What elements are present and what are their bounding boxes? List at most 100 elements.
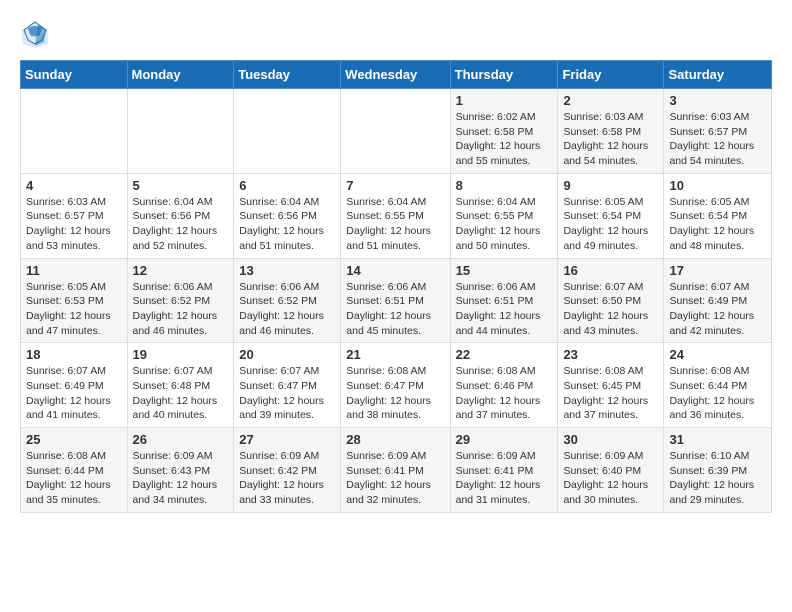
calendar-cell: 12Sunrise: 6:06 AM Sunset: 6:52 PM Dayli… <box>127 258 234 343</box>
calendar-cell: 31 Sunrise: 6:10 AM Sunset: 6:39 PM Dayli… <box>664 428 772 513</box>
day-info: Sunrise: 6:03 AM Sunset: 6:57 PM Dayligh… <box>26 195 122 254</box>
day-info: Sunrise: 6:05 AM Sunset: 6:53 PM Dayligh… <box>26 280 122 339</box>
day-number: 2 <box>563 93 658 108</box>
day-number: 31 <box>669 432 766 447</box>
day-number: 13 <box>239 263 335 278</box>
day-number: 26 <box>133 432 229 447</box>
calendar-cell <box>21 89 128 174</box>
day-info: Sunrise: 6:07 AM Sunset: 6:49 PM Dayligh… <box>669 280 766 339</box>
calendar-cell: 8 Sunrise: 6:04 AM Sunset: 6:55 PM Daylig… <box>450 173 558 258</box>
page-header <box>20 20 772 50</box>
calendar-cell <box>341 89 450 174</box>
day-info: Sunrise: 6:04 AM Sunset: 6:55 PM Dayligh… <box>346 195 444 254</box>
calendar-cell: 13 Sunrise: 6:06 AM Sunset: 6:52 PM Dayli… <box>234 258 341 343</box>
weekday-header-friday: Friday <box>558 61 664 89</box>
day-info: Sunrise: 6:05 AM Sunset: 6:54 PM Dayligh… <box>563 195 658 254</box>
calendar-cell: 24 Sunrise: 6:08 AM Sunset: 6:44 PM Dayli… <box>664 343 772 428</box>
calendar-cell: 29 Sunrise: 6:09 AM Sunset: 6:41 PM Dayli… <box>450 428 558 513</box>
day-number: 17 <box>669 263 766 278</box>
weekday-header-thursday: Thursday <box>450 61 558 89</box>
day-number: 8 <box>456 178 553 193</box>
day-number: 16 <box>563 263 658 278</box>
day-number: 19 <box>133 347 229 362</box>
day-number: 18 <box>26 347 122 362</box>
day-number: 28 <box>346 432 444 447</box>
day-number: 29 <box>456 432 553 447</box>
calendar-cell <box>234 89 341 174</box>
day-info: Sunrise: 6:07 AM Sunset: 6:47 PM Dayligh… <box>239 364 335 423</box>
calendar-cell: 23Sunrise: 6:08 AM Sunset: 6:45 PM Dayli… <box>558 343 664 428</box>
day-number: 24 <box>669 347 766 362</box>
day-info: Sunrise: 6:07 AM Sunset: 6:49 PM Dayligh… <box>26 364 122 423</box>
day-info: Sunrise: 6:06 AM Sunset: 6:51 PM Dayligh… <box>346 280 444 339</box>
calendar-cell: 22 Sunrise: 6:08 AM Sunset: 6:46 PM Dayli… <box>450 343 558 428</box>
day-info: Sunrise: 6:08 AM Sunset: 6:44 PM Dayligh… <box>669 364 766 423</box>
calendar-cell: 9Sunrise: 6:05 AM Sunset: 6:54 PM Daylig… <box>558 173 664 258</box>
day-info: Sunrise: 6:05 AM Sunset: 6:54 PM Dayligh… <box>669 195 766 254</box>
calendar-week-5: 25 Sunrise: 6:08 AM Sunset: 6:44 PM Dayli… <box>21 428 772 513</box>
calendar-cell: 3 Sunrise: 6:03 AM Sunset: 6:57 PM Daylig… <box>664 89 772 174</box>
calendar-week-4: 18 Sunrise: 6:07 AM Sunset: 6:49 PM Dayli… <box>21 343 772 428</box>
calendar-cell: 26Sunrise: 6:09 AM Sunset: 6:43 PM Dayli… <box>127 428 234 513</box>
day-number: 14 <box>346 263 444 278</box>
calendar-cell: 21 Sunrise: 6:08 AM Sunset: 6:47 PM Dayli… <box>341 343 450 428</box>
logo <box>20 20 54 50</box>
weekday-header-sunday: Sunday <box>21 61 128 89</box>
day-number: 15 <box>456 263 553 278</box>
day-info: Sunrise: 6:04 AM Sunset: 6:56 PM Dayligh… <box>239 195 335 254</box>
day-number: 11 <box>26 263 122 278</box>
calendar-cell: 17 Sunrise: 6:07 AM Sunset: 6:49 PM Dayli… <box>664 258 772 343</box>
calendar-cell: 15Sunrise: 6:06 AM Sunset: 6:51 PM Dayli… <box>450 258 558 343</box>
day-info: Sunrise: 6:10 AM Sunset: 6:39 PM Dayligh… <box>669 449 766 508</box>
day-number: 27 <box>239 432 335 447</box>
day-number: 30 <box>563 432 658 447</box>
day-info: Sunrise: 6:09 AM Sunset: 6:41 PM Dayligh… <box>456 449 553 508</box>
day-info: Sunrise: 6:04 AM Sunset: 6:56 PM Dayligh… <box>133 195 229 254</box>
weekday-header-saturday: Saturday <box>664 61 772 89</box>
calendar-cell: 6 Sunrise: 6:04 AM Sunset: 6:56 PM Daylig… <box>234 173 341 258</box>
calendar-cell: 5Sunrise: 6:04 AM Sunset: 6:56 PM Daylig… <box>127 173 234 258</box>
day-info: Sunrise: 6:02 AM Sunset: 6:58 PM Dayligh… <box>456 110 553 169</box>
day-number: 12 <box>133 263 229 278</box>
calendar-cell: 1Sunrise: 6:02 AM Sunset: 6:58 PM Daylig… <box>450 89 558 174</box>
calendar-week-2: 4 Sunrise: 6:03 AM Sunset: 6:57 PM Daylig… <box>21 173 772 258</box>
day-number: 4 <box>26 178 122 193</box>
calendar-cell: 27 Sunrise: 6:09 AM Sunset: 6:42 PM Dayli… <box>234 428 341 513</box>
day-info: Sunrise: 6:08 AM Sunset: 6:46 PM Dayligh… <box>456 364 553 423</box>
day-info: Sunrise: 6:09 AM Sunset: 6:40 PM Dayligh… <box>563 449 658 508</box>
calendar-cell <box>127 89 234 174</box>
weekday-header-row: SundayMondayTuesdayWednesdayThursdayFrid… <box>21 61 772 89</box>
day-info: Sunrise: 6:08 AM Sunset: 6:45 PM Dayligh… <box>563 364 658 423</box>
calendar-cell: 4 Sunrise: 6:03 AM Sunset: 6:57 PM Daylig… <box>21 173 128 258</box>
day-info: Sunrise: 6:03 AM Sunset: 6:58 PM Dayligh… <box>563 110 658 169</box>
calendar-cell: 14 Sunrise: 6:06 AM Sunset: 6:51 PM Dayli… <box>341 258 450 343</box>
day-info: Sunrise: 6:09 AM Sunset: 6:42 PM Dayligh… <box>239 449 335 508</box>
day-number: 10 <box>669 178 766 193</box>
weekday-header-tuesday: Tuesday <box>234 61 341 89</box>
calendar-cell: 16 Sunrise: 6:07 AM Sunset: 6:50 PM Dayli… <box>558 258 664 343</box>
day-info: Sunrise: 6:08 AM Sunset: 6:47 PM Dayligh… <box>346 364 444 423</box>
day-info: Sunrise: 6:06 AM Sunset: 6:52 PM Dayligh… <box>239 280 335 339</box>
day-info: Sunrise: 6:09 AM Sunset: 6:41 PM Dayligh… <box>346 449 444 508</box>
day-info: Sunrise: 6:08 AM Sunset: 6:44 PM Dayligh… <box>26 449 122 508</box>
calendar-table: SundayMondayTuesdayWednesdayThursdayFrid… <box>20 60 772 513</box>
calendar-week-1: 1Sunrise: 6:02 AM Sunset: 6:58 PM Daylig… <box>21 89 772 174</box>
weekday-header-monday: Monday <box>127 61 234 89</box>
day-number: 6 <box>239 178 335 193</box>
calendar-week-3: 11 Sunrise: 6:05 AM Sunset: 6:53 PM Dayli… <box>21 258 772 343</box>
day-number: 25 <box>26 432 122 447</box>
calendar-cell: 2 Sunrise: 6:03 AM Sunset: 6:58 PM Daylig… <box>558 89 664 174</box>
calendar-cell: 20 Sunrise: 6:07 AM Sunset: 6:47 PM Dayli… <box>234 343 341 428</box>
day-info: Sunrise: 6:07 AM Sunset: 6:50 PM Dayligh… <box>563 280 658 339</box>
calendar-cell: 18 Sunrise: 6:07 AM Sunset: 6:49 PM Dayli… <box>21 343 128 428</box>
day-info: Sunrise: 6:03 AM Sunset: 6:57 PM Dayligh… <box>669 110 766 169</box>
calendar-cell: 11 Sunrise: 6:05 AM Sunset: 6:53 PM Dayli… <box>21 258 128 343</box>
day-info: Sunrise: 6:04 AM Sunset: 6:55 PM Dayligh… <box>456 195 553 254</box>
day-number: 22 <box>456 347 553 362</box>
day-number: 21 <box>346 347 444 362</box>
day-number: 3 <box>669 93 766 108</box>
calendar-cell: 25 Sunrise: 6:08 AM Sunset: 6:44 PM Dayli… <box>21 428 128 513</box>
calendar-cell: 7Sunrise: 6:04 AM Sunset: 6:55 PM Daylig… <box>341 173 450 258</box>
calendar-cell: 30 Sunrise: 6:09 AM Sunset: 6:40 PM Dayli… <box>558 428 664 513</box>
day-number: 20 <box>239 347 335 362</box>
